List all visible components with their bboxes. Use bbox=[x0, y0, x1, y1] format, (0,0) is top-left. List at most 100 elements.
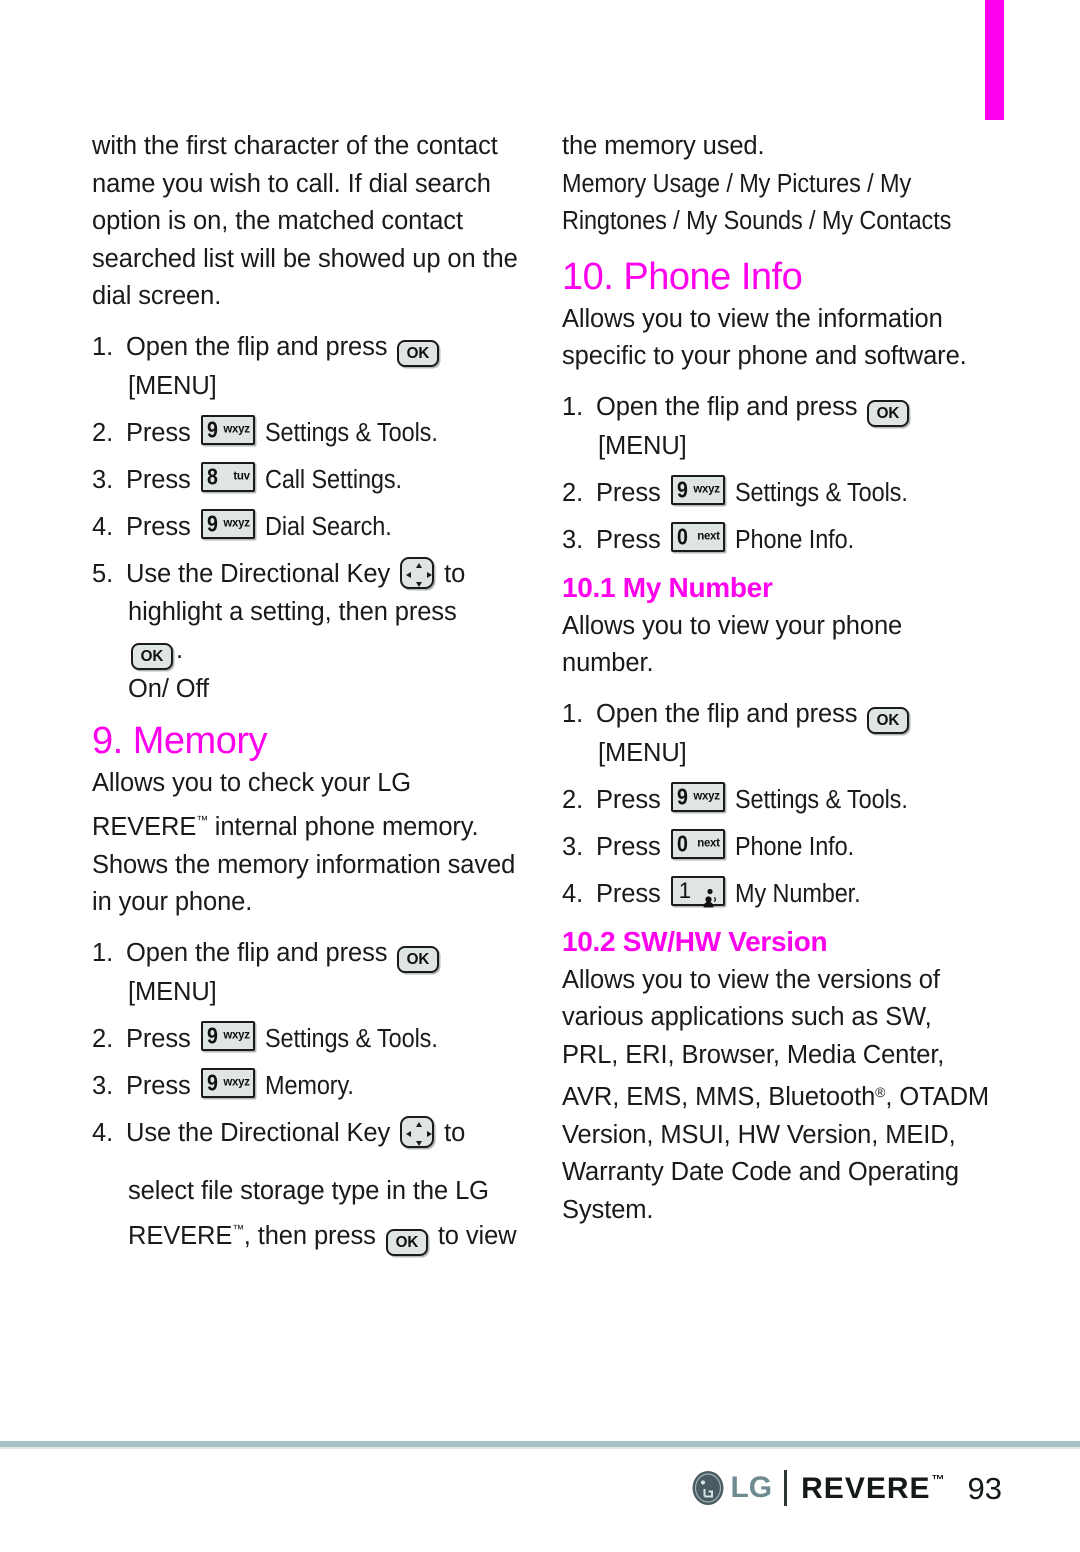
keypad-9-key-icon: 9 wxyz bbox=[200, 508, 255, 539]
lg-logo-icon bbox=[690, 1470, 726, 1506]
list-item: 2. Press 9 wxyz Settings & Tools. bbox=[562, 781, 994, 819]
list-item: 1. Open the flip and press OK [MENU] bbox=[562, 388, 994, 465]
menu-label: Settings & Tools. bbox=[264, 1024, 438, 1053]
menu-label: Phone Info. bbox=[734, 832, 854, 861]
ok-key-icon: OK bbox=[867, 399, 910, 427]
list-item: 4. Press 1 My Number. bbox=[562, 875, 994, 913]
manual-page: with the first character of the contact … bbox=[0, 0, 1080, 1425]
keypad-9-key-icon: 9 wxyz bbox=[200, 1020, 255, 1051]
list-item: 2. Press 9 wxyz Settings & Tools. bbox=[92, 414, 524, 452]
step-continuation: [MENU] bbox=[128, 977, 217, 1006]
step-number: 3. bbox=[562, 832, 584, 861]
step-text: Press bbox=[596, 832, 661, 861]
list-item: 1. Open the flip and press OK [MENU] bbox=[92, 934, 524, 1011]
keypad-9-key-icon: 9 wxyz bbox=[200, 414, 255, 445]
step-number: 4. bbox=[562, 879, 584, 908]
phone-info-steps: 1. Open the flip and press OK [MENU] 2. Pr… bbox=[562, 388, 994, 559]
list-item: 2. Press 9 wxyz Settings & Tools. bbox=[562, 474, 994, 512]
step-number: 1. bbox=[92, 332, 114, 361]
step-text: Press bbox=[596, 879, 661, 908]
step-text: Press bbox=[126, 512, 191, 541]
step-number: 3. bbox=[562, 525, 584, 554]
keypad-9-key-icon: 9 wxyz bbox=[670, 781, 725, 812]
right-column: the memory used. Memory Usage / My Pictu… bbox=[562, 128, 994, 1241]
step-number: 2. bbox=[562, 478, 584, 507]
keypad-0-key-icon: 0 next bbox=[670, 521, 725, 552]
memory-items-list: Memory Usage / My Pictures / My Ringtone… bbox=[562, 169, 952, 236]
step-number: 2. bbox=[92, 418, 114, 447]
step-text: Press bbox=[596, 478, 661, 507]
my-number-steps: 1. Open the flip and press OK [MENU] 2. Pr… bbox=[562, 695, 994, 913]
directional-key-icon bbox=[400, 556, 435, 589]
step-text: Open the flip and press bbox=[126, 938, 388, 967]
sw-hw-description: Allows you to view the versions of vario… bbox=[562, 965, 990, 1224]
ok-key-icon: OK bbox=[397, 339, 440, 367]
step-text: Press bbox=[126, 1071, 191, 1100]
my-number-description: Allows you to view your phone number. bbox=[562, 611, 903, 678]
memory-description: Allows you to check your LG REVERE™ inte… bbox=[92, 768, 516, 917]
step-number: 2. bbox=[562, 785, 584, 814]
step-number: 4. bbox=[92, 512, 114, 541]
directional-key-icon bbox=[400, 1115, 435, 1148]
voicemail-icon bbox=[702, 881, 718, 907]
footer-divider bbox=[0, 1441, 1080, 1449]
step-text-tail: to bbox=[444, 1118, 466, 1147]
step-number: 4. bbox=[92, 1118, 114, 1147]
keypad-8-key-icon: 8 tuv bbox=[200, 461, 255, 492]
subsection-title-sw-hw-version: 10.2 SW/HW Version bbox=[562, 925, 828, 957]
page-title-memory: 9. Memory bbox=[92, 719, 267, 762]
list-item: 1. Open the flip and press OK [MENU] bbox=[562, 695, 994, 772]
step-text: Press bbox=[596, 785, 661, 814]
keypad-9-key-icon: 9 wxyz bbox=[200, 1067, 255, 1098]
footer-brand-group: LG REVERE™ 93 bbox=[690, 1462, 1002, 1514]
step-text: Press bbox=[126, 418, 191, 447]
list-item: 3. Press 0 next Phone Info. bbox=[562, 521, 994, 559]
ok-key-icon: OK bbox=[385, 1228, 428, 1256]
page-footer: LG REVERE™ 93 bbox=[0, 1462, 1080, 1522]
step-text: Open the flip and press bbox=[596, 699, 858, 728]
step-number: 1. bbox=[562, 392, 584, 421]
step-continuation: [MENU] bbox=[598, 431, 687, 460]
ok-key-icon: OK bbox=[131, 642, 173, 670]
step-number: 1. bbox=[92, 938, 114, 967]
ok-key-icon: OK bbox=[867, 706, 910, 734]
step-options: On/ Off bbox=[128, 674, 210, 703]
step-number: 3. bbox=[92, 465, 114, 494]
list-item: 4. Press 9 wxyz Dial Search. bbox=[92, 508, 524, 546]
menu-label: My Number. bbox=[734, 879, 861, 908]
step-text: Press bbox=[596, 525, 661, 554]
list-item: 4. Use the Directional Key to select file… bbox=[92, 1114, 524, 1256]
step-number: 5. bbox=[92, 559, 114, 588]
dial-search-steps: 1. Open the flip and press OK [MENU] 2. Pr… bbox=[92, 328, 524, 708]
menu-label: Call Settings. bbox=[264, 465, 402, 494]
revere-wordmark: REVERE™ bbox=[801, 1471, 946, 1505]
step-text: Open the flip and press bbox=[596, 392, 858, 421]
step-text: Use the Directional Key bbox=[126, 1118, 391, 1147]
step-continuation: select file storage type in the LG bbox=[128, 1176, 489, 1205]
step-text: Use the Directional Key bbox=[126, 559, 391, 588]
step-number: 3. bbox=[92, 1071, 114, 1100]
list-item: 2. Press 9 wxyz Settings & Tools. bbox=[92, 1020, 524, 1058]
step-continuation: highlight a setting, then press bbox=[128, 597, 457, 626]
step-text: Press bbox=[126, 465, 191, 494]
menu-label: Settings & Tools. bbox=[734, 785, 908, 814]
step-text-tail: to bbox=[444, 559, 466, 588]
list-item: 1. Open the flip and press OK [MENU] bbox=[92, 328, 524, 405]
memory-steps: 1. Open the flip and press OK [MENU] 2. Pr… bbox=[92, 934, 524, 1256]
step-continuation-2: OK. bbox=[126, 631, 524, 670]
step-continuation-2: REVERE™, then press OK to view bbox=[126, 1210, 524, 1256]
step-text: Press bbox=[126, 1024, 191, 1053]
footer-divider-bar bbox=[784, 1470, 788, 1506]
keypad-1-voicemail-key-icon: 1 bbox=[670, 875, 725, 907]
memory-continued-text: the memory used. bbox=[562, 132, 765, 160]
step-number: 1. bbox=[562, 699, 584, 728]
menu-label: Settings & Tools. bbox=[264, 418, 438, 447]
list-item: 5. Use the Directional Key to highlight a… bbox=[92, 555, 524, 708]
page-number: 93 bbox=[967, 1470, 1002, 1506]
menu-label: Phone Info. bbox=[734, 525, 854, 554]
step-number: 2. bbox=[92, 1024, 114, 1053]
step-continuation: [MENU] bbox=[128, 371, 217, 400]
menu-label: Dial Search. bbox=[264, 512, 392, 541]
list-item: 3. Press 0 next Phone Info. bbox=[562, 828, 994, 866]
